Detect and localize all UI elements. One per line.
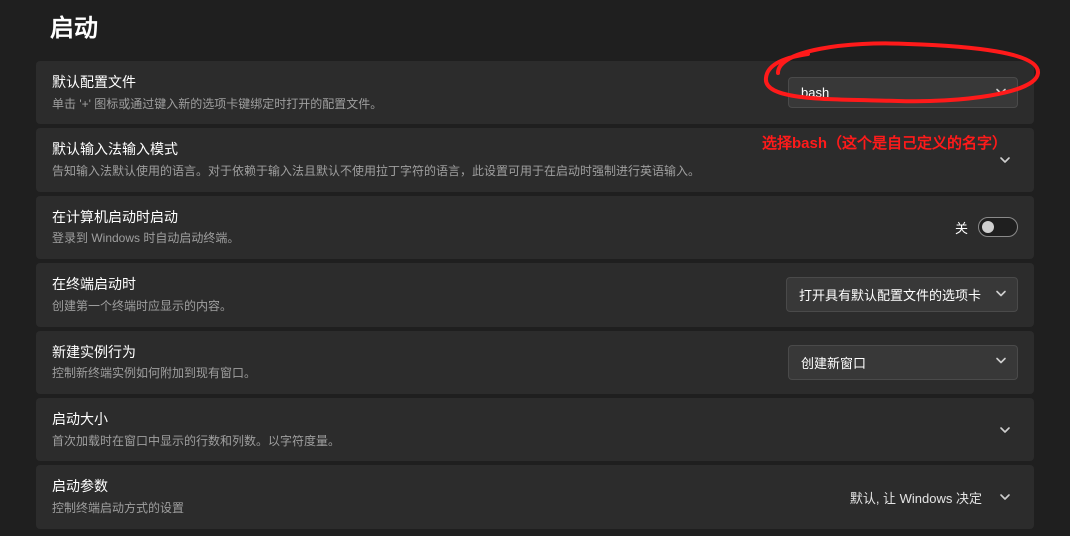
row-desc: 登录到 Windows 时自动启动终端。 bbox=[52, 230, 939, 247]
chevron-down-icon bbox=[992, 154, 1018, 166]
row-desc: 创建第一个终端时应显示的内容。 bbox=[52, 298, 770, 315]
annotation-text: 选择bash（这个是自己定义的名字） bbox=[762, 132, 1007, 153]
default-profile-dropdown[interactable]: bash bbox=[788, 77, 1018, 108]
row-desc: 单击 '+' 图标或通过键入新的选项卡键绑定时打开的配置文件。 bbox=[52, 96, 772, 113]
dropdown-value: 创建新窗口 bbox=[801, 353, 866, 372]
dropdown-value: 打开具有默认配置文件的选项卡 bbox=[799, 285, 981, 304]
row-text: 在终端启动时 创建第一个终端时应显示的内容。 bbox=[52, 275, 770, 314]
toggle-knob bbox=[982, 221, 994, 233]
row-new-instance: 新建实例行为 控制新终端实例如何附加到现有窗口。 创建新窗口 bbox=[36, 331, 1034, 394]
row-label: 默认配置文件 bbox=[52, 73, 772, 93]
row-right: 创建新窗口 bbox=[788, 345, 1018, 380]
page-title: 启动 bbox=[0, 0, 1070, 61]
row-launch-on-machine-start: 在计算机启动时启动 登录到 Windows 时自动启动终端。 关 bbox=[36, 196, 1034, 259]
chevron-down-icon bbox=[995, 355, 1007, 370]
row-right: 打开具有默认配置文件的选项卡 bbox=[786, 277, 1018, 312]
row-label: 启动参数 bbox=[52, 477, 834, 497]
on-terminal-start-dropdown[interactable]: 打开具有默认配置文件的选项卡 bbox=[786, 277, 1018, 312]
row-label: 在计算机启动时启动 bbox=[52, 208, 939, 228]
row-text: 启动大小 首次加载时在窗口中显示的行数和列数。以字符度量。 bbox=[52, 410, 976, 449]
row-right: bash bbox=[788, 77, 1018, 108]
row-right bbox=[992, 424, 1018, 436]
row-launch-params[interactable]: 启动参数 控制终端启动方式的设置 默认, 让 Windows 决定 bbox=[36, 465, 1034, 528]
row-right: 关 bbox=[955, 217, 1018, 237]
row-launch-size[interactable]: 启动大小 首次加载时在窗口中显示的行数和列数。以字符度量。 bbox=[36, 398, 1034, 461]
row-label: 启动大小 bbox=[52, 410, 976, 430]
row-right: 默认, 让 Windows 决定 bbox=[850, 488, 1018, 507]
chevron-down-icon bbox=[995, 287, 1007, 302]
row-default-profile: 默认配置文件 单击 '+' 图标或通过键入新的选项卡键绑定时打开的配置文件。 b… bbox=[36, 61, 1034, 124]
launch-on-start-toggle[interactable] bbox=[978, 217, 1018, 237]
row-text: 默认配置文件 单击 '+' 图标或通过键入新的选项卡键绑定时打开的配置文件。 bbox=[52, 73, 772, 112]
row-label: 新建实例行为 bbox=[52, 343, 772, 363]
launch-params-value: 默认, 让 Windows 决定 bbox=[850, 488, 982, 507]
row-right bbox=[992, 154, 1018, 166]
chevron-down-icon bbox=[995, 85, 1007, 100]
chevron-down-icon bbox=[992, 424, 1018, 436]
row-desc: 控制终端启动方式的设置 bbox=[52, 500, 834, 517]
row-on-terminal-start: 在终端启动时 创建第一个终端时应显示的内容。 打开具有默认配置文件的选项卡 bbox=[36, 263, 1034, 326]
row-text: 在计算机启动时启动 登录到 Windows 时自动启动终端。 bbox=[52, 208, 939, 247]
row-desc: 告知输入法默认使用的语言。对于依赖于输入法且默认不使用拉丁字符的语言，此设置可用… bbox=[52, 163, 976, 180]
row-desc: 首次加载时在窗口中显示的行数和列数。以字符度量。 bbox=[52, 433, 976, 450]
new-instance-dropdown[interactable]: 创建新窗口 bbox=[788, 345, 1018, 380]
row-label: 在终端启动时 bbox=[52, 275, 770, 295]
row-text: 新建实例行为 控制新终端实例如何附加到现有窗口。 bbox=[52, 343, 772, 382]
row-text: 启动参数 控制终端启动方式的设置 bbox=[52, 477, 834, 516]
dropdown-value: bash bbox=[801, 85, 829, 100]
toggle-label: 关 bbox=[955, 218, 968, 237]
chevron-down-icon bbox=[992, 491, 1018, 503]
row-desc: 控制新终端实例如何附加到现有窗口。 bbox=[52, 365, 772, 382]
